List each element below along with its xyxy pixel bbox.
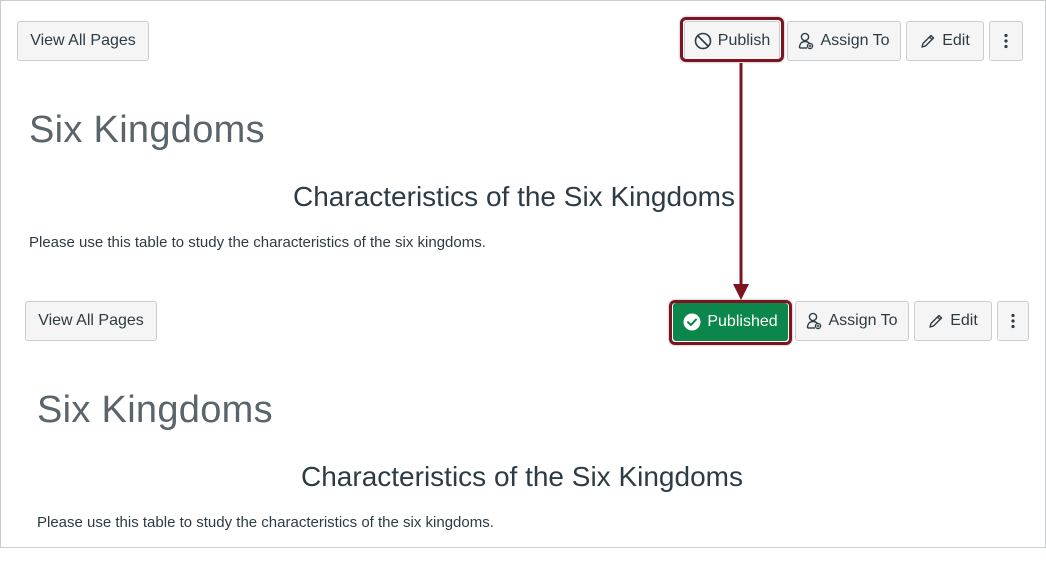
page-title: Six Kingdoms	[37, 389, 273, 431]
view-all-pages-button[interactable]: View All Pages	[25, 301, 157, 341]
content-paragraph: Please use this table to study the chara…	[37, 514, 494, 531]
edit-label: Edit	[950, 312, 978, 329]
screenshot-frame: View All Pages Publish Assign To Edit Si…	[0, 0, 1046, 548]
unpublished-icon	[694, 32, 712, 50]
assign-to-button[interactable]: Assign To	[787, 21, 901, 61]
edit-button[interactable]: Edit	[906, 21, 984, 61]
published-button[interactable]: Published	[673, 303, 788, 341]
assign-to-label: Assign To	[828, 312, 898, 329]
vertical-ellipsis-icon	[1011, 313, 1015, 329]
view-all-pages-label: View All Pages	[38, 312, 144, 329]
view-all-pages-label: View All Pages	[30, 32, 136, 49]
assign-user-icon	[798, 32, 814, 50]
content-paragraph: Please use this table to study the chara…	[29, 234, 486, 251]
publish-label: Publish	[717, 32, 771, 49]
more-options-button[interactable]	[989, 21, 1023, 61]
assign-to-button[interactable]: Assign To	[795, 301, 909, 341]
assign-to-label: Assign To	[820, 32, 890, 49]
page-view-unpublished: View All Pages Publish Assign To Edit Si…	[1, 1, 1045, 281]
published-label: Published	[707, 313, 778, 330]
page-title: Six Kingdoms	[29, 109, 265, 151]
content-heading: Characteristics of the Six Kingdoms	[293, 181, 735, 212]
content-heading: Characteristics of the Six Kingdoms	[301, 461, 743, 492]
vertical-ellipsis-icon	[1004, 33, 1008, 49]
edit-button[interactable]: Edit	[914, 301, 992, 341]
edit-label: Edit	[942, 32, 970, 49]
pencil-icon	[928, 313, 944, 329]
more-options-button[interactable]	[997, 301, 1029, 341]
view-all-pages-button[interactable]: View All Pages	[17, 21, 149, 61]
check-circle-icon	[683, 313, 701, 331]
assign-user-icon	[806, 312, 822, 330]
publish-button[interactable]: Publish	[684, 21, 780, 61]
page-view-published: View All Pages Published Assign To Edit …	[1, 281, 1045, 561]
pencil-icon	[920, 33, 936, 49]
